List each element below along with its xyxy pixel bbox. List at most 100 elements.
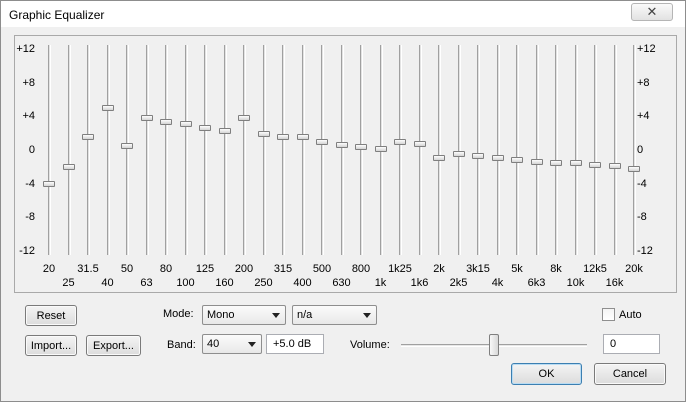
band-slider-100[interactable] [178,45,194,255]
band-slider-thumb[interactable] [335,141,348,148]
band-slider-track[interactable] [184,45,188,255]
band-slider-630[interactable] [334,45,350,255]
band-slider-4k[interactable] [490,45,506,255]
band-slider-16k[interactable] [607,45,623,255]
export-button[interactable]: Export... [86,335,141,356]
band-slider-track[interactable] [67,45,71,255]
band-slider-31.5[interactable] [80,45,96,255]
band-slider-track[interactable] [535,45,539,255]
band-slider-500[interactable] [314,45,330,255]
band-slider-thumb[interactable] [199,125,211,132]
band-slider-track[interactable] [340,45,344,255]
volume-field[interactable]: 0 [603,334,660,354]
mode-select[interactable]: Mono [202,305,286,325]
band-slider-200[interactable] [236,45,252,255]
band-slider-1k6[interactable] [412,45,428,255]
band-slider-track[interactable] [145,45,149,255]
band-slider-track[interactable] [301,45,305,255]
band-slider-thumb[interactable] [608,162,621,169]
band-slider-track[interactable] [574,45,578,255]
band-slider-20k[interactable] [626,45,642,255]
band-slider-thumb[interactable] [589,162,601,169]
title-bar[interactable]: Graphic Equalizer ✕ [1,1,685,27]
band-slider-track[interactable] [633,45,636,255]
band-slider-thumb[interactable] [530,158,543,165]
band-slider-40[interactable] [100,45,116,255]
band-slider-125[interactable] [197,45,213,255]
import-button[interactable]: Import... [25,335,77,356]
volume-slider-thumb[interactable] [489,334,499,356]
band-slider-12k5[interactable] [587,45,603,255]
band-slider-thumb[interactable] [277,133,289,140]
band-slider-track[interactable] [516,45,519,255]
band-slider-track[interactable] [457,45,461,255]
band-slider-thumb[interactable] [62,163,75,170]
band-slider-2k5[interactable] [451,45,467,255]
band-slider-track[interactable] [243,45,246,255]
band-slider-thumb[interactable] [238,115,250,122]
band-slider-track[interactable] [496,45,500,255]
band-slider-80[interactable] [158,45,174,255]
band-slider-160[interactable] [217,45,233,255]
band-slider-thumb[interactable] [628,165,640,172]
band-slider-thumb[interactable] [394,139,406,146]
band-slider-800[interactable] [353,45,369,255]
band-slider-track[interactable] [48,45,51,255]
band-slider-track[interactable] [477,45,480,255]
band-slider-thumb[interactable] [101,104,114,111]
band-slider-thumb[interactable] [43,180,55,187]
band-slider-thumb[interactable] [511,157,523,164]
band-slider-track[interactable] [360,45,363,255]
band-slider-track[interactable] [165,45,168,255]
close-button[interactable]: ✕ [631,3,673,21]
band-slider-thumb[interactable] [355,143,367,150]
band-slider-315[interactable] [275,45,291,255]
band-slider-track[interactable] [438,45,441,255]
band-slider-thumb[interactable] [316,139,328,146]
band-slider-thumb[interactable] [433,154,445,161]
band-slider-track[interactable] [262,45,266,255]
channel-select[interactable]: n/a [292,305,377,325]
band-slider-track[interactable] [126,45,129,255]
band-slider-250[interactable] [256,45,272,255]
band-slider-track[interactable] [555,45,558,255]
band-slider-track[interactable] [594,45,597,255]
band-slider-track[interactable] [418,45,422,255]
band-slider-25[interactable] [61,45,77,255]
band-slider-thumb[interactable] [179,120,192,127]
band-slider-thumb[interactable] [82,134,94,141]
band-slider-50[interactable] [119,45,135,255]
band-slider-track[interactable] [399,45,402,255]
band-slider-thumb[interactable] [218,128,231,135]
band-slider-20[interactable] [41,45,57,255]
band-slider-thumb[interactable] [452,151,465,158]
band-slider-track[interactable] [106,45,110,255]
band-slider-thumb[interactable] [121,142,133,149]
band-slider-thumb[interactable] [472,152,484,159]
band-slider-6k3[interactable] [529,45,545,255]
band-slider-track[interactable] [613,45,617,255]
band-slider-track[interactable] [321,45,324,255]
band-slider-thumb[interactable] [374,146,387,153]
band-slider-1k25[interactable] [392,45,408,255]
band-slider-track[interactable] [204,45,207,255]
ok-button[interactable]: OK [511,363,582,385]
cancel-button[interactable]: Cancel [594,363,666,385]
gain-field[interactable]: +5.0 dB [266,334,324,354]
band-slider-1k[interactable] [373,45,389,255]
band-slider-5k[interactable] [509,45,525,255]
band-slider-63[interactable] [139,45,155,255]
band-slider-track[interactable] [282,45,285,255]
band-slider-track[interactable] [87,45,90,255]
band-slider-track[interactable] [223,45,227,255]
band-slider-thumb[interactable] [140,115,153,122]
band-slider-thumb[interactable] [569,160,582,167]
band-slider-8k[interactable] [548,45,564,255]
band-slider-thumb[interactable] [257,131,270,137]
band-slider-3k15[interactable] [470,45,486,255]
reset-button[interactable]: Reset [25,305,77,326]
band-slider-400[interactable] [295,45,311,255]
band-slider-2k[interactable] [431,45,447,255]
band-select[interactable]: 40 [202,334,262,354]
band-slider-thumb[interactable] [296,134,309,141]
